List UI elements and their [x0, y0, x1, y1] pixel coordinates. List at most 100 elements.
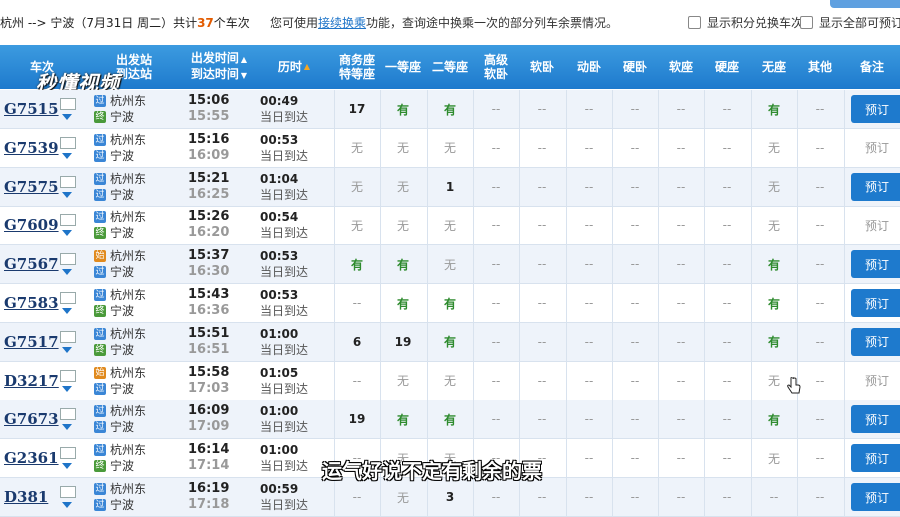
train-number-link[interactable]: G2361 [4, 449, 59, 467]
train-number-link[interactable]: D381 [4, 488, 48, 506]
train-info-icon[interactable] [60, 447, 76, 460]
col-label: 二等座 [431, 60, 468, 74]
seat-availability: 无 [350, 218, 363, 233]
train-info-icon[interactable] [60, 292, 76, 304]
chevron-down-icon[interactable] [62, 191, 72, 198]
train-info-icon[interactable] [60, 175, 76, 188]
chevron-down-icon[interactable] [62, 152, 72, 159]
departure-time: 15:51 [188, 325, 230, 341]
col-label: 出发站 [115, 53, 152, 67]
book-button[interactable]: 预订 [851, 444, 900, 473]
train-info-icon[interactable] [60, 330, 76, 343]
chevron-down-icon[interactable] [62, 463, 72, 470]
sort-up-icon[interactable]: ▲ [241, 55, 247, 64]
seat-availability: -- [722, 140, 732, 155]
book-button: 预订 [864, 218, 889, 233]
col-seat-3: 高级 软卧 [473, 45, 519, 89]
seat-availability: -- [815, 140, 825, 155]
col-label: 其他 [807, 60, 832, 74]
seat-availability: 19 [394, 334, 412, 349]
chevron-down-icon[interactable] [62, 424, 72, 431]
chevron-down-icon[interactable] [62, 502, 72, 508]
seat-availability: -- [815, 179, 825, 194]
chevron-down-icon[interactable] [62, 385, 72, 392]
train-info-icon[interactable] [60, 214, 76, 227]
seat-availability: -- [491, 257, 501, 272]
book-button[interactable]: 预订 [851, 95, 900, 123]
train-info-icon[interactable] [60, 369, 76, 382]
column-divider [844, 206, 845, 245]
checkbox-icon[interactable] [800, 16, 813, 29]
seat-availability: -- [676, 451, 686, 466]
show-all-checkbox[interactable]: 显示全部可预订 [800, 14, 900, 31]
departure-time: 16:09 [188, 403, 230, 419]
train-number-link[interactable]: G7539 [4, 139, 59, 157]
seat-availability: 有 [396, 102, 409, 117]
book-button[interactable]: 预订 [851, 250, 900, 279]
chevron-down-icon[interactable] [62, 269, 72, 276]
seat-availability: -- [584, 140, 594, 155]
arrival-day: 当日到达 [260, 304, 309, 318]
departure-time: 15:16 [188, 131, 230, 147]
book-button[interactable]: 预订 [851, 405, 900, 434]
seat-availability: -- [676, 140, 686, 155]
sort-down-icon[interactable]: ▼ [241, 71, 247, 80]
col-times[interactable]: 出发时间 ▲ 到达时间 ▼ [184, 45, 254, 89]
train-row: G7567 始杭州东过宁波 15:37 16:30 00:53 当日到达 有 有 无 -- -- --… [0, 245, 900, 285]
times: 15:26 16:20 [188, 209, 229, 241]
train-number-link[interactable]: G7517 [4, 333, 59, 351]
book-button[interactable]: 预订 [851, 327, 900, 356]
stations: 始杭州东过宁波 [94, 365, 146, 397]
train-number-cell: G2361 [4, 439, 60, 477]
sort-up-icon[interactable]: ▲ [304, 60, 310, 74]
duration-value: 00:53 [260, 132, 299, 147]
train-number-link[interactable]: G7583 [4, 294, 59, 312]
station-tag-icon: 过 [94, 188, 106, 201]
train-number-link[interactable]: G7575 [4, 178, 59, 196]
stations: 过杭州东终宁波 [94, 93, 146, 125]
seat-availability: -- [537, 257, 547, 272]
seat-availability: 有 [443, 296, 456, 311]
chevron-down-icon[interactable] [62, 308, 72, 314]
seat-availability: 无 [443, 141, 456, 156]
book-button[interactable]: 预订 [851, 289, 900, 317]
train-number-link[interactable]: G7609 [4, 216, 59, 234]
book-button[interactable]: 预订 [851, 172, 900, 201]
seat-availability: -- [676, 257, 686, 272]
col-label: 硬座 [714, 60, 739, 74]
chevron-down-icon[interactable] [62, 114, 72, 120]
train-info-icon[interactable] [60, 486, 76, 498]
seat-availability: -- [630, 451, 640, 466]
train-row: G7539 过杭州东过宁波 15:16 16:09 00:53 当日到达 无 无 无 -- -- --… [0, 128, 900, 168]
seat-availability: -- [537, 296, 547, 310]
station-tag-icon: 终 [94, 343, 106, 356]
top-right-button[interactable] [830, 0, 900, 8]
chevron-down-icon[interactable] [62, 230, 72, 237]
book-button[interactable]: 预订 [851, 483, 900, 511]
col-duration[interactable]: 历时 ▲ [254, 45, 334, 89]
station-tag-icon: 过 [94, 266, 106, 279]
train-number-link[interactable]: G7515 [4, 100, 59, 118]
train-info-icon[interactable] [60, 136, 76, 149]
col-seat-7: 软座 [658, 45, 704, 89]
seat-availability: 有 [767, 412, 780, 427]
show-points-checkbox[interactable]: 显示积分兑换车次 [688, 14, 803, 31]
times: 15:37 16:30 [188, 248, 229, 280]
train-number-link[interactable]: D3217 [4, 372, 59, 390]
column-divider [844, 478, 845, 516]
train-info-icon[interactable] [60, 253, 76, 266]
station-tag-icon: 过 [94, 133, 106, 146]
seat-availability: -- [630, 490, 640, 504]
train-number-cell: G7515 [4, 90, 60, 128]
transfer-link[interactable]: 接续换乘 [318, 16, 366, 30]
checkbox-icon[interactable] [688, 16, 701, 29]
train-info-icon[interactable] [60, 408, 76, 421]
times: 16:19 17:18 [188, 481, 229, 513]
chevron-down-icon[interactable] [62, 346, 72, 353]
train-number-link[interactable]: G7567 [4, 255, 59, 273]
seat-availability: -- [769, 490, 779, 504]
duration: 00:54 当日到达 [260, 209, 308, 241]
seat-availability: 有 [443, 412, 456, 427]
train-info-icon[interactable] [60, 98, 76, 110]
train-number-link[interactable]: G7673 [4, 410, 59, 428]
